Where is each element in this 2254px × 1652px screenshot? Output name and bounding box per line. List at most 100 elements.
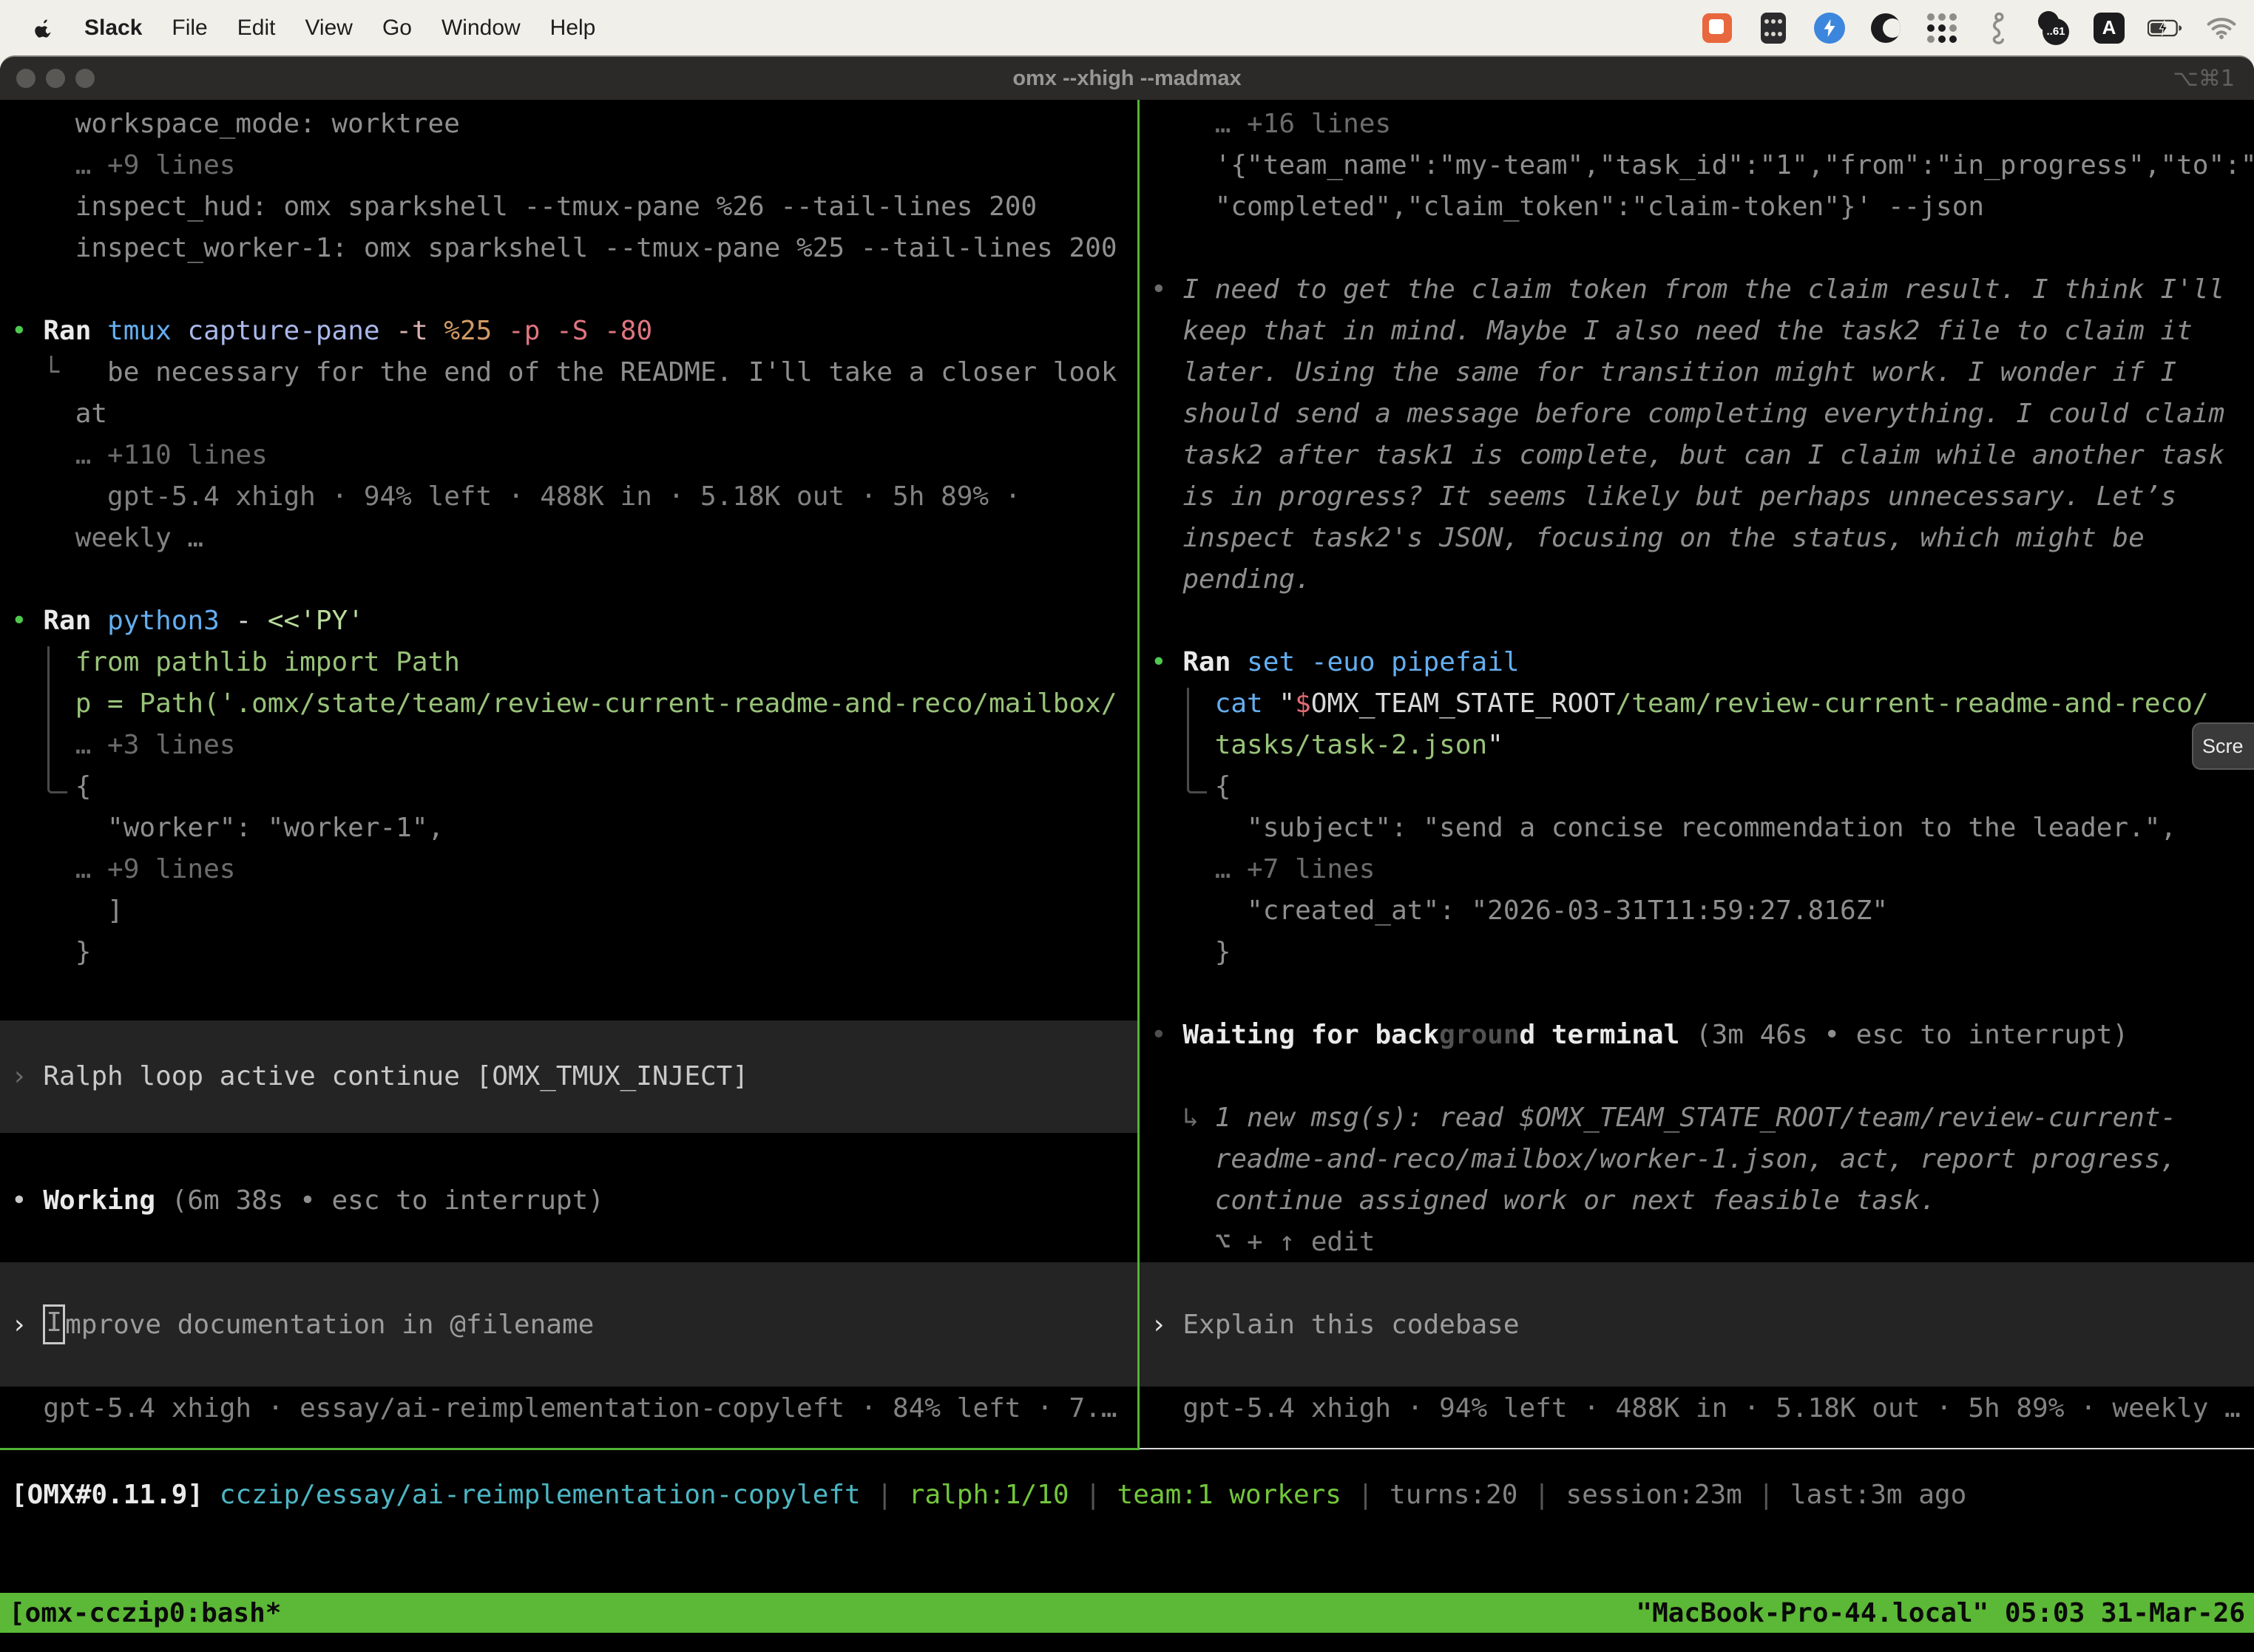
model-status-line: gpt-5.4 xhigh · 94% left · 488K in · 5.1… — [1151, 1388, 2254, 1429]
keyboard-icon[interactable] — [1756, 10, 1791, 46]
terminal-line: from pathlib import Path — [11, 642, 1137, 683]
terminal-line: workspace_mode: worktree — [11, 104, 1137, 145]
terminal-line: … +3 lines — [11, 725, 1137, 766]
zap-badge-icon[interactable] — [1812, 10, 1847, 46]
tmux-status-bar: [omx-cczip0:bash* "MacBook-Pro-44.local"… — [0, 1593, 2254, 1633]
battery-percent-badge-icon[interactable]: ..61 — [2037, 11, 2071, 45]
terminal-line: • Waiting for background terminal (3m 46… — [1151, 1015, 2254, 1056]
terminal-line: … +7 lines — [1151, 849, 2254, 890]
terminal-output-block: • Ran set -euo pipefail cat "$OMX_TEAM_S… — [1151, 642, 2254, 973]
menu-item-file[interactable]: File — [172, 16, 207, 41]
pane-border-inactive — [1140, 1448, 2254, 1449]
terminal-line: [OMX#0.11.9] cczip/essay/ai-reimplementa… — [11, 1475, 1966, 1516]
connector-line — [47, 646, 67, 793]
terminal-line: … +9 lines — [11, 145, 1137, 186]
terminal-line: › Ralph loop active continue [OMX_TMUX_I… — [11, 1056, 748, 1097]
mailbox-hint-block: ↳ 1 new msg(s): read $OMX_TEAM_STATE_ROO… — [1151, 1097, 2254, 1263]
seahorse-icon[interactable] — [1980, 10, 2016, 46]
prompt-input-right[interactable]: › Explain this codebase — [1140, 1262, 2254, 1387]
menu-item-help[interactable]: Help — [550, 16, 596, 41]
inject-banner: › Ralph loop active continue [OMX_TMUX_I… — [0, 1020, 1137, 1133]
menu-item-window[interactable]: Window — [441, 16, 521, 41]
terminal-line: "created_at": "2026-03-31T11:59:27.816Z" — [1151, 890, 2254, 932]
terminal-line: { — [1151, 766, 2254, 808]
pane-right: … +16 lines '{"team_name":"my-team","tas… — [1140, 100, 2254, 1450]
terminal-line: └ be necessary for the end of the README… — [11, 352, 1137, 393]
apple-menu-icon[interactable] — [34, 17, 53, 39]
text-cursor: I — [43, 1304, 65, 1344]
terminal-output-block: • Ran tmux capture-pane -t %25 -p -S -80… — [11, 311, 1137, 559]
terminal-line: keep that in mind. Maybe I also need the… — [1151, 311, 2254, 352]
terminal-line: • Working (6m 38s • esc to interrupt) — [11, 1180, 1137, 1222]
terminal-output-block: workspace_mode: worktree … +9 lines insp… — [11, 104, 1137, 269]
terminal-line: ⌥ + ↑ edit — [1151, 1222, 2254, 1263]
menu-item-view[interactable]: View — [305, 16, 352, 41]
terminal-line: p = Path('.omx/state/team/review-current… — [11, 683, 1137, 725]
terminal-line: … +110 lines — [11, 435, 1137, 476]
window-shortcut-hint: ⌥⌘1 — [2173, 66, 2235, 92]
pie-timer-icon[interactable] — [1868, 10, 1903, 46]
prompt-chevron: › — [11, 1310, 27, 1340]
omx-status-line: [OMX#0.11.9] cczip/essay/ai-reimplementa… — [11, 1475, 1966, 1516]
tmux-host-clock: "MacBook-Pro-44.local" 05:03 31-Mar-26 — [1636, 1598, 2245, 1628]
menu-app-name[interactable]: Slack — [84, 16, 142, 41]
screen-share-overlay[interactable]: Scre — [2192, 722, 2254, 770]
terminal-line: { — [11, 766, 1137, 808]
menu-item-edit[interactable]: Edit — [237, 16, 276, 41]
window-title: omx --xhigh --madmax — [0, 67, 2254, 91]
terminal-line: • I need to get the claim token from the… — [1151, 269, 2254, 311]
terminal-line: inspect_worker-1: omx sparkshell --tmux-… — [11, 228, 1137, 269]
pane-border-active — [0, 1448, 1137, 1450]
terminal-line: inspect task2's JSON, focusing on the st… — [1151, 518, 2254, 559]
terminal-line: • Ran python3 - <<'PY' — [11, 600, 1137, 642]
terminal-line: ] — [11, 890, 1137, 932]
terminal-line: … +16 lines — [1151, 104, 2254, 145]
terminal-line: weekly … — [11, 518, 1137, 559]
terminal-line: ↳ 1 new msg(s): read $OMX_TEAM_STATE_ROO… — [1151, 1097, 2254, 1139]
screen-record-icon[interactable] — [1699, 10, 1735, 46]
terminal-content: workspace_mode: worktree … +9 lines insp… — [0, 100, 2254, 1652]
working-status-line: • Working (6m 38s • esc to interrupt) — [11, 1180, 1137, 1222]
window-title-bar: omx --xhigh --madmax ⌥⌘1 — [0, 57, 2254, 100]
tmux-session-label: [omx-cczip0:bash* — [9, 1598, 281, 1628]
terminal-line: should send a message before completing … — [1151, 393, 2254, 435]
terminal-line: } — [1151, 932, 2254, 973]
terminal-line: '{"team_name":"my-team","task_id":"1","f… — [1151, 145, 2254, 186]
prompt-chevron: › — [1151, 1310, 1167, 1340]
battery-percent-label: ..61 — [2043, 18, 2069, 45]
model-status-line: gpt-5.4 xhigh · essay/ai-reimplementatio… — [11, 1388, 1137, 1429]
terminal-line: } — [11, 932, 1137, 973]
terminal-line: continue assigned work or next feasible … — [1151, 1180, 2254, 1222]
terminal-line: gpt-5.4 xhigh · 94% left · 488K in · 5.1… — [1151, 1388, 2254, 1429]
terminal-line: is in progress? It seems likely but perh… — [1151, 476, 2254, 518]
dots-grid-icon[interactable] — [1924, 10, 1960, 46]
prompt-input-left[interactable]: › Improve documentation in @filename — [0, 1262, 1137, 1387]
terminal-line: • Ran tmux capture-pane -t %25 -p -S -80 — [11, 311, 1137, 352]
pane-left: workspace_mode: worktree … +9 lines insp… — [0, 100, 1137, 1450]
terminal-line: pending. — [1151, 559, 2254, 600]
waiting-status-line: • Waiting for background terminal (3m 46… — [1151, 1015, 2254, 1056]
terminal-line: cat "$OMX_TEAM_STATE_ROOT/team/review-cu… — [1151, 683, 2254, 725]
battery-icon[interactable] — [2148, 10, 2183, 46]
terminal-line: at — [11, 393, 1137, 435]
input-placeholder: Explain this codebase — [1182, 1310, 1519, 1340]
menu-bar-status-area: ..61 A — [1699, 10, 2254, 46]
menu-item-go[interactable]: Go — [382, 16, 412, 41]
terminal-line: "subject": "send a concise recommendatio… — [1151, 808, 2254, 849]
terminal-line: task2 after task1 is complete, but can I… — [1151, 435, 2254, 476]
terminal-line: inspect_hud: omx sparkshell --tmux-pane … — [11, 186, 1137, 228]
wifi-icon[interactable] — [2204, 10, 2239, 46]
menu-bar: Slack File Edit View Go Window Help ..61… — [0, 0, 2254, 55]
terminal-line: gpt-5.4 xhigh · essay/ai-reimplementatio… — [11, 1388, 1137, 1429]
connector-line — [1187, 688, 1207, 793]
terminal-output-block: … +16 lines '{"team_name":"my-team","tas… — [1151, 104, 2254, 228]
terminal-line: "worker": "worker-1", — [11, 808, 1137, 849]
terminal-window: omx --xhigh --madmax ⌥⌘1 workspace_mode:… — [0, 55, 2254, 1652]
inject-banner-text: › Ralph loop active continue [OMX_TMUX_I… — [11, 1056, 748, 1097]
terminal-line: gpt-5.4 xhigh · 94% left · 488K in · 5.1… — [11, 476, 1137, 518]
terminal-line: … +9 lines — [11, 849, 1137, 890]
terminal-line: • Ran set -euo pipefail — [1151, 642, 2254, 683]
input-source-icon[interactable]: A — [2091, 10, 2127, 46]
terminal-output-block: • Ran python3 - <<'PY' from pathlib impo… — [11, 600, 1137, 973]
terminal-line: later. Using the same for transition mig… — [1151, 352, 2254, 393]
